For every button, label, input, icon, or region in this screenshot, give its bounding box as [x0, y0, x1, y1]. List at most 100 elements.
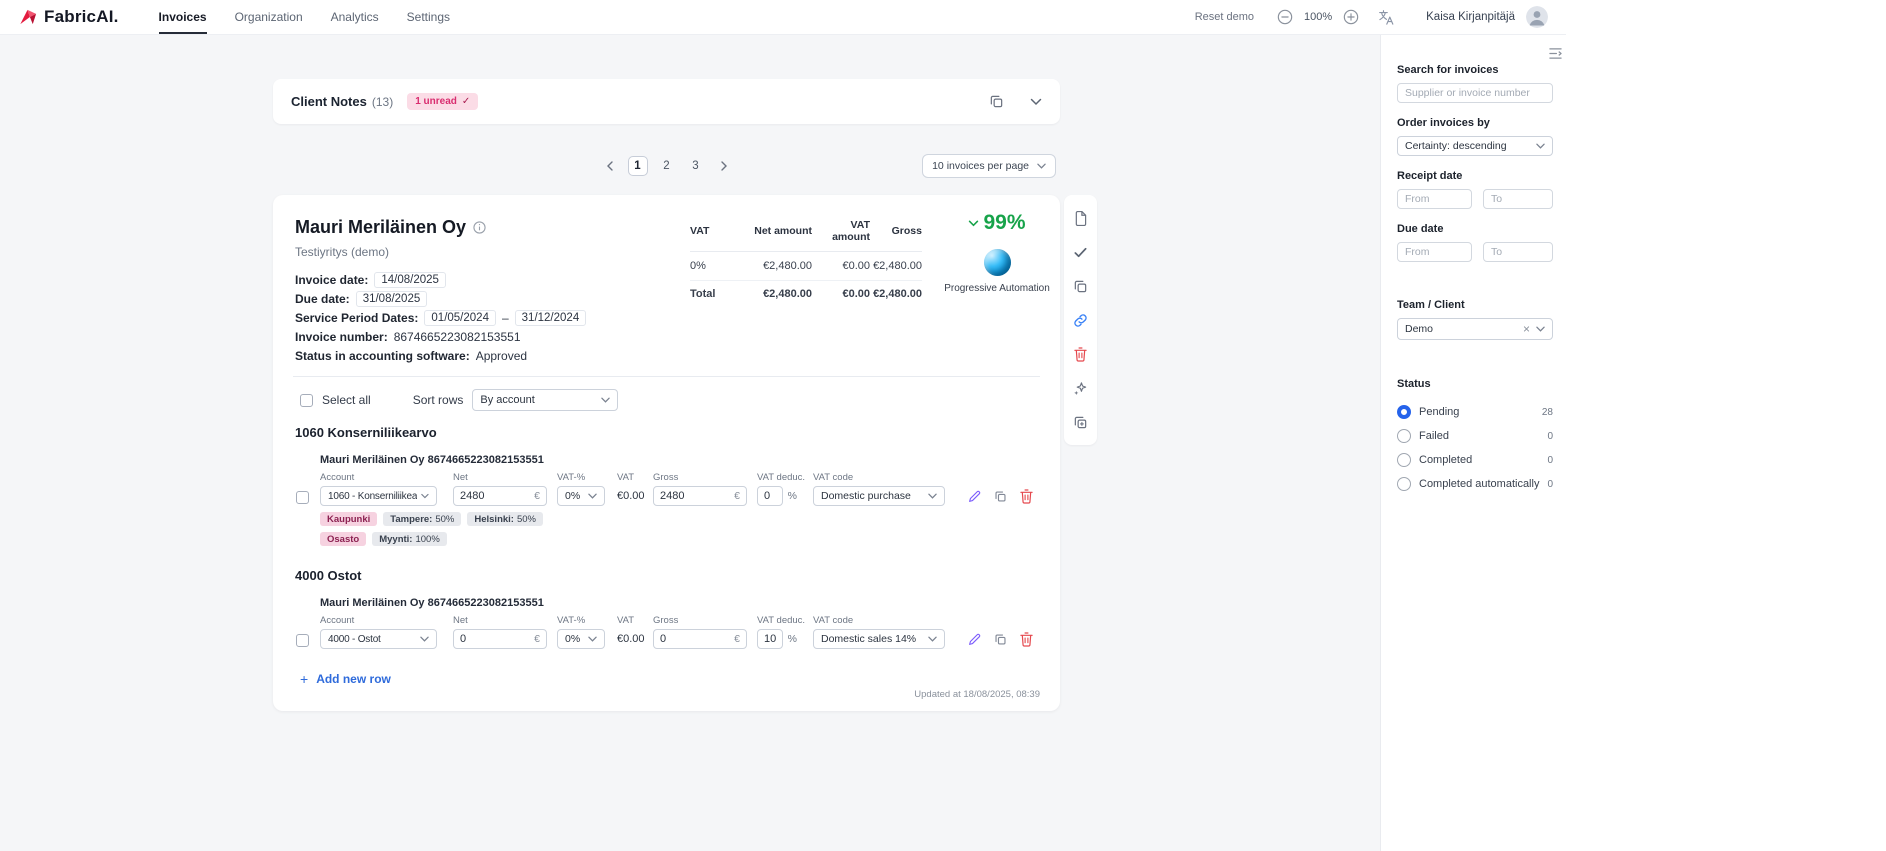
tag-value: 50% — [435, 513, 455, 525]
status-option-label: Completed automatically — [1419, 478, 1540, 490]
status-option-completed[interactable]: Completed 0 — [1397, 448, 1553, 472]
vat-percent-value: 0% — [565, 490, 581, 502]
vat-table-total-cell: €2,480.00 — [763, 288, 812, 300]
zoom-out-button[interactable] — [1277, 9, 1293, 25]
client-notes-count: (13) — [371, 94, 394, 109]
certainty-value: 99% — [983, 211, 1026, 234]
duplicate-icon — [1074, 416, 1087, 428]
divider — [293, 376, 1040, 377]
info-icon[interactable] — [473, 221, 486, 234]
dimension-tag[interactable]: Kaupunki — [320, 512, 378, 526]
ai-suggest-button[interactable] — [1064, 371, 1097, 405]
status-option-pending[interactable]: Pending 28 — [1397, 400, 1553, 424]
net-input[interactable] — [460, 490, 531, 502]
vat-summary-table: VAT Net amount VAT amount Gross 0% €2,48… — [690, 215, 922, 307]
top-navbar: FabricAI. Invoices Organization Analytic… — [0, 0, 1566, 35]
copy-icon — [990, 95, 1003, 108]
expand-notes-button[interactable] — [1030, 98, 1042, 106]
status-option-completed-automatically[interactable]: Completed automatically 0 — [1397, 472, 1553, 496]
delete-invoice-button[interactable] — [1064, 337, 1097, 371]
due-date-range — [1397, 242, 1553, 262]
order-by-value: Certainty: descending — [1405, 140, 1507, 152]
team-client-select[interactable]: Demo × — [1397, 318, 1553, 340]
line-fields: Account 4000 - Ostot Net € — [320, 615, 1060, 649]
page-button-3[interactable]: 3 — [686, 156, 706, 176]
gross-column-label: Gross — [653, 472, 679, 483]
receipt-date-to-input[interactable] — [1483, 189, 1553, 209]
invoice-date-field[interactable]: 14/08/2025 — [374, 271, 446, 288]
vat-percent-select[interactable]: 0% — [557, 486, 605, 506]
dimension-tag[interactable]: Helsinki: 50% — [467, 512, 543, 526]
copy-row-button[interactable] — [994, 633, 1007, 646]
approve-button[interactable] — [1064, 235, 1097, 269]
line-fields: Account 1060 - Konserniliikearvo Net € — [320, 472, 1060, 506]
due-date-to-input[interactable] — [1483, 242, 1553, 262]
dimension-tag[interactable]: Osasto — [320, 532, 367, 546]
duplicate-invoice-button[interactable] — [1064, 405, 1097, 439]
gross-input[interactable] — [660, 490, 731, 502]
delete-row-button[interactable] — [1020, 488, 1033, 504]
document-button[interactable] — [1064, 201, 1097, 235]
receipt-date-from-input[interactable] — [1397, 189, 1472, 209]
zoom-in-button[interactable] — [1343, 9, 1359, 25]
ai-pen-button[interactable] — [968, 633, 981, 646]
nav-invoices[interactable]: Invoices — [158, 0, 207, 34]
percent-suffix: % — [787, 633, 797, 645]
vat-table-total-cell: Total — [690, 288, 716, 300]
row-checkbox[interactable] — [296, 634, 309, 647]
chevron-down-icon[interactable] — [968, 220, 979, 227]
trash-icon — [1020, 631, 1033, 647]
vat-code-select[interactable]: Domestic purchase — [813, 486, 945, 506]
automation-label: Progressive Automation — [944, 283, 1050, 294]
sort-rows-select[interactable]: By account — [472, 389, 619, 411]
language-button[interactable] — [1378, 9, 1395, 26]
dimension-tag[interactable]: Tampere: 50% — [383, 512, 462, 526]
order-by-select[interactable]: Certainty: descending — [1397, 136, 1553, 156]
service-period-to-field[interactable]: 31/12/2024 — [514, 309, 587, 326]
chevron-down-icon — [1536, 326, 1545, 332]
status-option-failed[interactable]: Failed 0 — [1397, 424, 1553, 448]
vat-deduction-input[interactable] — [764, 490, 776, 502]
account-select[interactable]: 4000 - Ostot — [320, 629, 437, 649]
search-input[interactable] — [1397, 83, 1553, 103]
gross-input[interactable] — [660, 633, 731, 645]
ai-pen-button[interactable] — [968, 490, 981, 503]
row-checkbox[interactable] — [296, 491, 309, 504]
nav-analytics[interactable]: Analytics — [331, 0, 379, 34]
nav-organization[interactable]: Organization — [235, 0, 303, 34]
add-new-row-button[interactable]: + Add new row — [300, 672, 1060, 686]
vat-table-header: Gross — [870, 215, 922, 252]
brand-logo[interactable]: FabricAI. — [17, 0, 119, 34]
per-page-select[interactable]: 10 invoices per page — [922, 154, 1056, 178]
chevron-down-icon — [601, 397, 611, 403]
user-avatar[interactable] — [1526, 6, 1548, 28]
next-page-button[interactable] — [715, 161, 733, 171]
due-date-from-input[interactable] — [1397, 242, 1472, 262]
vat-percent-select[interactable]: 0% — [557, 629, 605, 649]
account-select[interactable]: 1060 - Konserniliikearvo — [320, 486, 437, 506]
page-button-2[interactable]: 2 — [657, 156, 677, 176]
prev-page-button[interactable] — [601, 161, 619, 171]
service-period-from-field[interactable]: 01/05/2024 — [424, 309, 496, 326]
status-option-count: 28 — [1541, 406, 1553, 418]
radio-icon — [1397, 453, 1411, 467]
net-field: € — [453, 629, 547, 649]
select-all-checkbox[interactable] — [300, 393, 313, 407]
reset-demo-link[interactable]: Reset demo — [1195, 11, 1254, 23]
copy-row-button[interactable] — [994, 490, 1007, 503]
copy-invoice-button[interactable] — [1064, 269, 1097, 303]
page-button-1[interactable]: 1 — [627, 156, 648, 176]
vat-deduction-input[interactable] — [764, 633, 776, 645]
tag-name: Osasto — [327, 533, 360, 545]
link-button[interactable] — [1064, 303, 1097, 337]
status-option-count: 0 — [1547, 478, 1553, 490]
dimension-tag[interactable]: Myynti: 100% — [372, 532, 447, 546]
nav-settings[interactable]: Settings — [407, 0, 450, 34]
delete-row-button[interactable] — [1020, 631, 1033, 647]
copy-notes-button[interactable] — [989, 94, 1004, 109]
clear-team-button[interactable]: × — [1521, 322, 1532, 336]
net-input[interactable] — [460, 633, 531, 645]
supplier-line: Mauri Meriläinen Oy 8674665223082153551 — [320, 454, 544, 466]
due-date-field[interactable]: 31/08/2025 — [355, 290, 428, 307]
vat-code-select[interactable]: Domestic sales 14% — [813, 629, 945, 649]
